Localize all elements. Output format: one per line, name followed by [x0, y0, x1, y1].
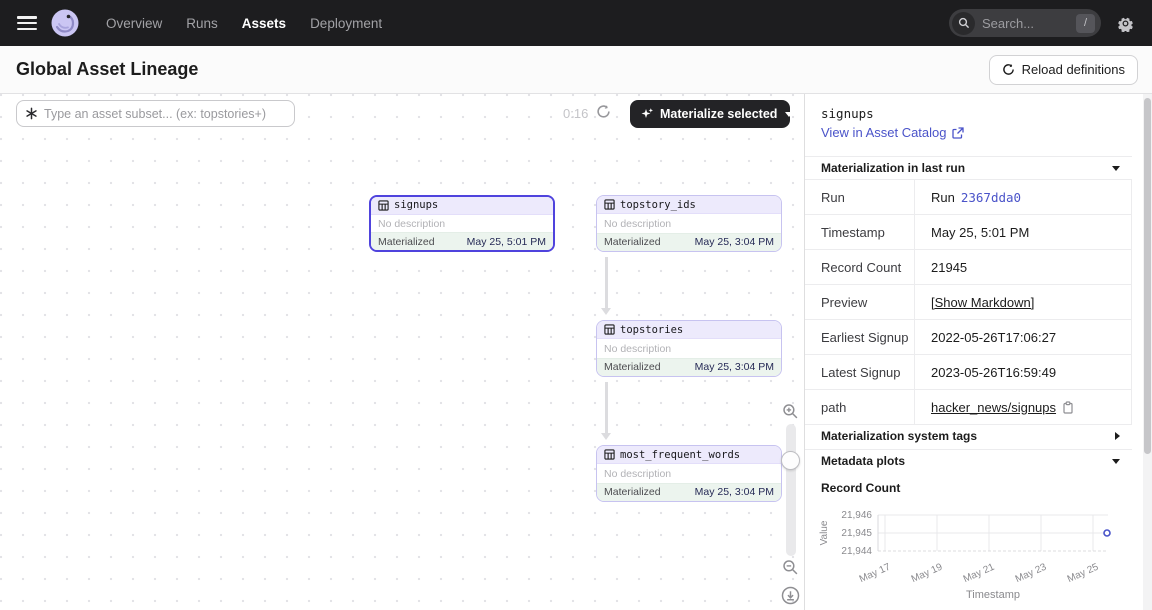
zoom-out-icon[interactable]: [782, 559, 799, 576]
asset-node-signups[interactable]: signups No description Materialized May 2…: [369, 195, 555, 252]
section-materialization-last-run[interactable]: Materialization in last run: [805, 156, 1132, 179]
show-markdown-link[interactable]: [Show Markdown]: [931, 295, 1034, 310]
table-icon: [378, 200, 389, 211]
asset-node-topstory_ids[interactable]: topstory_ids No description Materialized…: [596, 195, 782, 252]
chevron-down-icon: [785, 112, 793, 117]
node-timestamp: May 25, 3:04 PM: [695, 361, 774, 373]
global-search[interactable]: /: [949, 9, 1101, 37]
external-link-icon: [952, 127, 964, 139]
svg-text:Value: Value: [819, 520, 830, 545]
zoom-slider-track[interactable]: [786, 424, 796, 556]
recenter-graph-icon[interactable]: [781, 586, 800, 605]
sparkle-icon: [640, 107, 654, 121]
table-row: Preview [Show Markdown]: [805, 285, 1131, 320]
table-row: Record Count 21945: [805, 250, 1131, 285]
table-icon: [604, 324, 615, 335]
svg-text:May 23: May 23: [1014, 562, 1049, 586]
svg-text:May 19: May 19: [910, 562, 945, 586]
node-timestamp: May 25, 5:01 PM: [467, 236, 546, 248]
gear-icon[interactable]: [1117, 15, 1134, 32]
svg-text:May 17: May 17: [858, 562, 893, 586]
zoom-slider-handle[interactable]: [781, 451, 800, 470]
table-row: Earliest Signup 2022-05-26T17:06:27: [805, 320, 1131, 355]
page-title-bar: Global Asset Lineage Reload definitions: [0, 46, 1152, 94]
search-shortcut-badge: /: [1076, 14, 1095, 33]
graph-refresh-icon[interactable]: [596, 104, 611, 119]
svg-text:21,945: 21,945: [841, 528, 872, 539]
node-title: topstories: [620, 324, 683, 336]
node-status: Materialized: [604, 236, 661, 248]
materialize-selected-button[interactable]: Materialize selected: [630, 107, 785, 121]
table-icon: [604, 199, 615, 210]
search-input[interactable]: [982, 16, 1076, 31]
nav-overview[interactable]: Overview: [106, 16, 162, 31]
record-count-chart: May 17 May 19 May 21 May 23 May 25 21,946 21,9…: [815, 495, 1145, 609]
svg-text:May 21: May 21: [962, 562, 997, 586]
asset-node-most_frequent_words[interactable]: most_frequent_words No description Mater…: [596, 445, 782, 502]
materialize-button-group: Materialize selected: [630, 100, 790, 128]
asset-node-topstories[interactable]: topstories No description Materialized Ma…: [596, 320, 782, 377]
view-in-asset-catalog-link[interactable]: View in Asset Catalog: [821, 125, 964, 140]
refresh-icon: [1002, 63, 1015, 76]
asset-selection-icon: [25, 107, 38, 120]
section-metadata-plots[interactable]: Metadata plots: [805, 449, 1132, 472]
table-icon: [604, 449, 615, 460]
asset-graph-canvas[interactable]: 0:16 Materialize selected signups No des…: [0, 94, 804, 610]
materialize-options-dropdown[interactable]: [785, 100, 793, 128]
node-status: Materialized: [604, 486, 661, 498]
zoom-in-icon[interactable]: [782, 403, 799, 420]
asset-filter-input[interactable]: [44, 107, 286, 121]
svg-text:21,946: 21,946: [841, 510, 872, 521]
node-description: No description: [597, 339, 781, 357]
chevron-down-icon: [1112, 166, 1120, 171]
node-status: Materialized: [378, 236, 435, 248]
search-icon: [952, 12, 975, 35]
dagster-logo[interactable]: [50, 8, 80, 38]
chevron-down-icon: [1112, 459, 1120, 464]
reload-definitions-button[interactable]: Reload definitions: [989, 55, 1138, 85]
node-status: Materialized: [604, 361, 661, 373]
node-title: topstory_ids: [620, 199, 696, 211]
sidebar-scrollbar-thumb[interactable]: [1144, 98, 1151, 454]
asset-detail-sidebar: signups View in Asset Catalog Materializ…: [804, 94, 1152, 610]
path-link[interactable]: hacker_news/signups: [931, 400, 1056, 415]
node-title: signups: [394, 199, 438, 211]
node-timestamp: May 25, 3:04 PM: [695, 486, 774, 498]
chevron-right-icon: [1115, 432, 1120, 440]
edge-topstories-most_frequent_words: [605, 382, 608, 434]
run-id-link[interactable]: 2367dda0: [961, 190, 1021, 205]
sidebar-asset-name: signups: [821, 106, 874, 121]
table-row: Latest Signup 2023-05-26T16:59:49: [805, 355, 1131, 390]
asset-filter-input-box[interactable]: [16, 100, 295, 127]
section-materialization-system-tags[interactable]: Materialization system tags: [805, 424, 1132, 447]
node-description: No description: [371, 215, 553, 233]
table-row: Timestamp May 25, 5:01 PM: [805, 215, 1131, 250]
node-title: most_frequent_words: [620, 449, 740, 461]
copy-clipboard-icon[interactable]: [1062, 401, 1074, 414]
node-description: No description: [597, 214, 781, 232]
refresh-timer: 0:16: [563, 106, 588, 121]
node-description: No description: [597, 464, 781, 482]
nav-deployment[interactable]: Deployment: [310, 16, 382, 31]
edge-topstory_ids-topstories: [605, 257, 608, 309]
app-header: Overview Runs Assets Deployment /: [0, 0, 1152, 46]
table-row: Run Run2367dda0: [805, 180, 1131, 215]
menu-icon[interactable]: [17, 16, 37, 30]
table-row: path hacker_news/signups: [805, 390, 1131, 425]
page-title: Global Asset Lineage: [16, 59, 198, 80]
nav-assets[interactable]: Assets: [242, 16, 286, 31]
svg-text:May 25: May 25: [1066, 562, 1101, 586]
svg-text:Timestamp: Timestamp: [966, 589, 1020, 601]
nav-runs[interactable]: Runs: [186, 16, 218, 31]
node-timestamp: May 25, 3:04 PM: [695, 236, 774, 248]
last-run-metadata-table: Run Run2367dda0 Timestamp May 25, 5:01 P…: [805, 179, 1132, 425]
chart-title: Record Count: [821, 481, 900, 495]
main-nav: Overview Runs Assets Deployment: [106, 16, 382, 31]
svg-text:21,944: 21,944: [841, 546, 872, 557]
